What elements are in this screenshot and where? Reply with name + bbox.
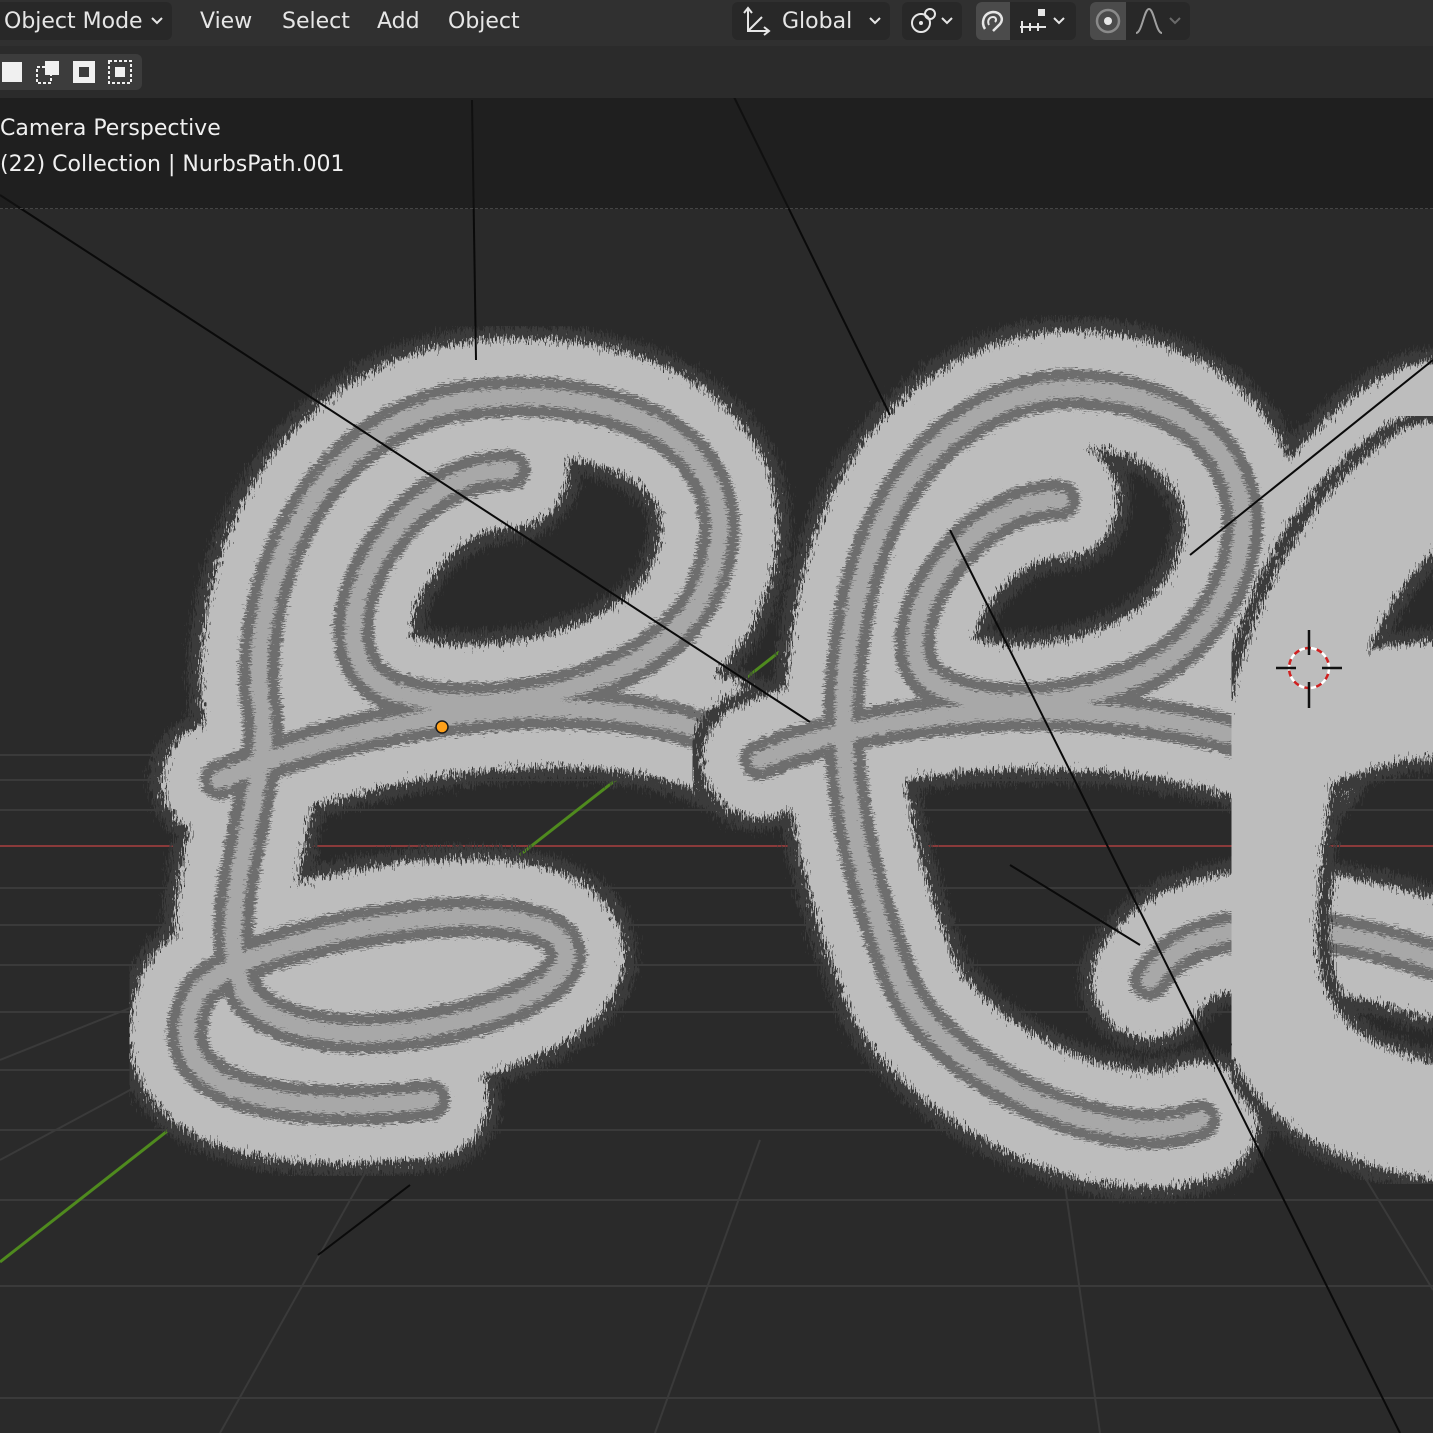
pivot-point-dropdown[interactable] [902, 2, 962, 40]
menu-view[interactable]: View [198, 2, 254, 40]
select-set-icon [2, 62, 22, 82]
menu-select[interactable]: Select [280, 2, 352, 40]
menu-object[interactable]: Object [446, 2, 522, 40]
select-subtract-icon [73, 61, 95, 83]
select-extend-button[interactable] [30, 54, 66, 90]
chevron-down-icon [941, 17, 953, 25]
falloff-dropdown[interactable] [1130, 2, 1190, 40]
snap-toggle[interactable] [976, 2, 1010, 40]
select-extend-icon [36, 61, 59, 84]
snap-magnet-icon [981, 10, 1003, 32]
selection-mode-group [0, 54, 142, 90]
mode-label: Object Mode [4, 8, 143, 34]
select-intersect-icon [108, 60, 132, 84]
snap-target-dropdown[interactable] [1014, 2, 1074, 40]
transform-orientation-icon [743, 6, 771, 36]
pivot-point-icon [911, 8, 936, 33]
proportional-editing-group [1090, 2, 1190, 40]
blender-window: Camera Perspective (22) Collection | Nur… [0, 0, 1433, 1433]
select-subtract-button[interactable] [66, 54, 102, 90]
proportional-editing-toggle[interactable] [1090, 2, 1126, 40]
3d-viewport[interactable] [0, 0, 1433, 1433]
fur-curve-object[interactable] [116, 318, 1433, 1201]
proportional-editing-icon [1095, 8, 1121, 34]
object-origin-dot[interactable] [435, 720, 449, 734]
tool-settings-row [0, 46, 1433, 98]
viewport-header: Object Mode View Select Add Object Globa… [0, 0, 1433, 46]
chevron-down-icon [869, 17, 881, 25]
falloff-curve-icon [1135, 7, 1163, 34]
chevron-down-icon [1169, 17, 1181, 25]
chevron-down-icon [1053, 17, 1065, 25]
orientation-label: Global [782, 8, 853, 34]
snapping-group [976, 2, 1076, 40]
chevron-down-icon [151, 17, 163, 25]
snap-increment-icon [1020, 9, 1046, 33]
collection-info-label: (22) Collection | NurbsPath.001 [0, 152, 345, 177]
transform-orientation-dropdown[interactable]: Global [732, 2, 890, 40]
select-set-button[interactable] [0, 54, 30, 90]
select-intersect-button[interactable] [102, 54, 138, 90]
mode-dropdown[interactable]: Object Mode [0, 2, 172, 40]
menu-add[interactable]: Add [375, 2, 422, 40]
view-name-label: Camera Perspective [0, 116, 221, 141]
